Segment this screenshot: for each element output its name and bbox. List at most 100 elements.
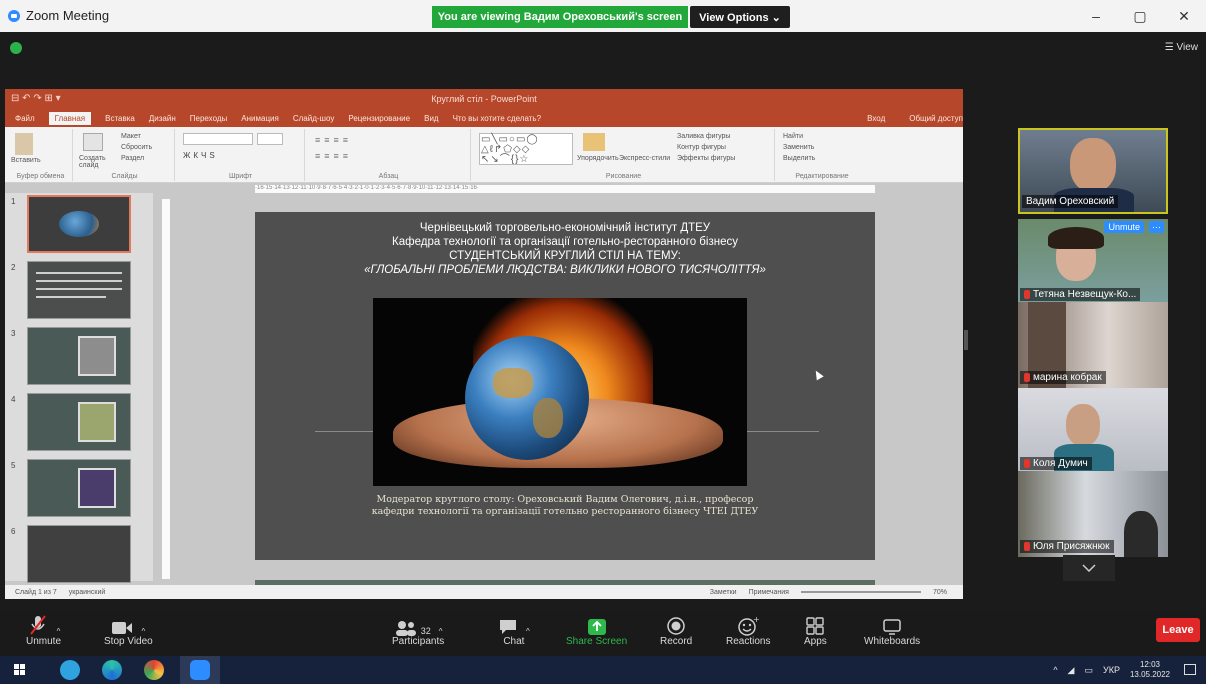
whiteboards-label: Whiteboards — [864, 636, 921, 647]
shared-screen-powerpoint: ⊟ ↶ ↷ ⊞ ▾ Круглий стіл - PowerPoint Файл… — [5, 89, 963, 599]
paste-icon[interactable] — [15, 133, 33, 155]
section-button[interactable]: Раздел — [121, 155, 144, 162]
ppt-tell-me[interactable]: Что вы хотите сделать? — [453, 114, 541, 123]
close-button[interactable]: ✕ — [1162, 0, 1206, 32]
zoom-level[interactable]: 70% — [933, 589, 947, 596]
shapes-gallery[interactable]: ▭╲▭○▭◯ △ℓ↱⬠◇◇ ↖↘⌒{}☆ — [479, 133, 573, 165]
leave-button[interactable]: Leave — [1156, 618, 1200, 642]
split-handle[interactable] — [964, 330, 968, 350]
paste-label: Вставить — [11, 157, 41, 164]
slide-thumb-4[interactable] — [27, 393, 131, 451]
apps-button[interactable]: Apps — [804, 612, 827, 647]
stop-video-button[interactable]: ^ Stop Video — [104, 612, 153, 647]
language-indicator[interactable]: УКР — [1103, 665, 1120, 675]
comments-button[interactable]: Примечания — [749, 589, 789, 596]
security-shield-icon[interactable] — [10, 42, 22, 54]
system-clock[interactable]: 12:03 13.05.2022 — [1130, 660, 1170, 680]
ribbon-group-drawing: ▭╲▭○▭◯ △ℓ↱⬠◇◇ ↖↘⌒{}☆ Упорядочить Экспресс-… — [473, 129, 775, 181]
notification-center-icon[interactable] — [1184, 664, 1196, 675]
ppt-tab-file[interactable]: Файл — [15, 114, 35, 123]
ppt-login[interactable]: Вход — [867, 114, 885, 123]
chevron-up-icon[interactable]: ^ — [526, 627, 530, 636]
slide-thumb-1[interactable] — [27, 195, 131, 253]
ppt-tab-review[interactable]: Рецензирование — [348, 114, 410, 123]
shape-fill-button[interactable]: Заливка фигуры — [677, 133, 730, 140]
new-slide-label: Создать слайд — [79, 155, 106, 169]
replace-button[interactable]: Заменить — [783, 144, 814, 151]
layout-button[interactable]: Макет — [121, 133, 141, 140]
chevron-up-icon[interactable]: ^ — [141, 627, 145, 636]
paragraph-buttons[interactable]: ≡≡≡≡ — [315, 135, 352, 145]
unmute-button[interactable]: ^ Unmute — [26, 612, 61, 647]
minimize-button[interactable]: – — [1074, 0, 1118, 32]
video-panel-2[interactable]: Unmute ··· Тетяна Незвещук-Ко... — [1018, 219, 1168, 305]
slide-line-3: СТУДЕНТСЬКИЙ КРУГЛИЙ СТІЛ НА ТЕМУ: — [449, 250, 681, 262]
notes-button[interactable]: Заметки — [710, 589, 737, 596]
slide-thumb-3[interactable] — [27, 327, 131, 385]
system-tray: ^ ◢ ▭ УКР 12:03 13.05.2022 — [1053, 660, 1170, 680]
tray-overflow-icon[interactable]: ^ — [1053, 665, 1057, 675]
reactions-button[interactable]: + Reactions — [726, 612, 770, 647]
ppt-tab-transitions[interactable]: Переходы — [190, 114, 228, 123]
ppt-share[interactable]: Общий доступ — [909, 114, 963, 123]
more-options-button[interactable]: ··· — [1149, 221, 1164, 233]
shape-effects-button[interactable]: Эффекты фигуры — [677, 155, 735, 162]
find-button[interactable]: Найти — [783, 133, 803, 140]
group-label-slides: Слайды — [111, 173, 138, 180]
video-panel-5[interactable]: Юля Присяжнюк — [1018, 471, 1168, 557]
zoom-slider[interactable] — [800, 591, 921, 593]
maximize-button[interactable]: ▢ — [1118, 0, 1162, 32]
ppt-tab-animation[interactable]: Анимация — [241, 114, 279, 123]
record-button[interactable]: Record — [660, 612, 692, 647]
whiteboards-button[interactable]: Whiteboards — [864, 612, 920, 647]
slide-line-4: «ГЛОБАЛЬНІ ПРОБЛЕМИ ЛЮДСТВА: ВИКЛИКИ НОВ… — [364, 264, 766, 276]
shape-outline-button[interactable]: Контур фигуры — [677, 144, 726, 151]
font-name-input[interactable] — [183, 133, 253, 145]
window-title: Zoom Meeting — [26, 8, 110, 23]
font-size-input[interactable] — [257, 133, 283, 145]
apps-icon — [806, 617, 825, 635]
chrome-browser-icon[interactable] — [144, 660, 164, 680]
align-buttons[interactable]: ≡≡≡≡ — [315, 151, 352, 161]
mic-muted-icon — [29, 615, 46, 635]
ppt-tab-design[interactable]: Дизайн — [149, 114, 176, 123]
ppt-tab-slideshow[interactable]: Слайд-шоу — [293, 114, 334, 123]
chat-button[interactable]: ^ Chat — [498, 612, 530, 647]
battery-icon[interactable]: ▭ — [1084, 665, 1093, 676]
app-title: Zoom Meeting — [8, 8, 109, 23]
ribbon-group-slides: Создать слайд Макет Сбросить Раздел Слай… — [75, 129, 175, 181]
windows-start-icon[interactable] — [14, 664, 26, 676]
scroll-down-button[interactable] — [1063, 555, 1115, 581]
share-screen-label: Share Screen — [566, 636, 628, 647]
font-format-buttons[interactable]: ЖКЧS — [183, 151, 218, 160]
slide-thumb-6[interactable] — [27, 525, 131, 583]
chevron-up-icon[interactable]: ^ — [57, 627, 61, 636]
ppt-quick-access[interactable]: ⊟ ↶ ↷ ⊞ ▾ — [11, 93, 61, 104]
telegram-icon[interactable] — [60, 660, 80, 680]
slide-thumb-2[interactable] — [27, 261, 131, 319]
view-button[interactable]: ☰ View — [1165, 42, 1198, 53]
language-indicator[interactable]: украинский — [69, 589, 106, 596]
arrange-icon[interactable] — [583, 133, 605, 151]
zoom-taskbar-icon[interactable] — [190, 660, 210, 680]
group-label-font: Шрифт — [228, 173, 253, 180]
clock-date: 13.05.2022 — [1129, 670, 1170, 679]
participants-button[interactable]: 32 ^ Participants — [392, 612, 444, 647]
edge-browser-icon[interactable] — [102, 660, 122, 680]
ppt-tab-home[interactable]: Главная — [48, 111, 92, 125]
quick-styles-label[interactable]: Экспресс-стили — [619, 155, 670, 162]
ppt-tab-view[interactable]: Вид — [424, 114, 438, 123]
view-options-button[interactable]: View Options ⌄ — [690, 6, 790, 28]
unmute-request-button[interactable]: Unmute — [1104, 221, 1144, 233]
video-panel-3[interactable]: марина кобрак — [1018, 302, 1168, 388]
video-panel-4[interactable]: Коля Думич — [1018, 388, 1168, 474]
select-button[interactable]: Выделить — [783, 155, 815, 162]
share-screen-button[interactable]: Share Screen — [566, 612, 627, 647]
slide-thumb-5[interactable] — [27, 459, 131, 517]
network-icon[interactable]: ◢ — [1068, 665, 1075, 676]
video-panel-1[interactable]: Вадим Ореховский — [1018, 128, 1168, 214]
reset-button[interactable]: Сбросить — [121, 144, 152, 151]
new-slide-icon[interactable] — [83, 133, 103, 151]
ppt-tab-insert[interactable]: Вставка — [105, 114, 135, 123]
chevron-up-icon[interactable]: ^ — [439, 627, 443, 636]
